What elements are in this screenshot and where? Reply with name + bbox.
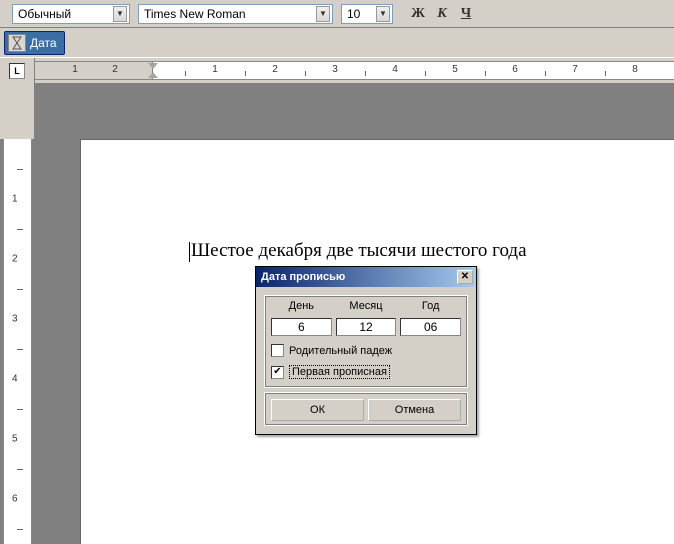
font-select-value: Times New Roman bbox=[141, 7, 316, 21]
ruler-left-margin bbox=[35, 62, 153, 79]
ruler-corner[interactable]: L bbox=[0, 58, 35, 84]
ruler-tick: 8 bbox=[632, 64, 638, 75]
day-label: День bbox=[271, 300, 332, 314]
cancel-button[interactable]: Отмена bbox=[368, 399, 461, 421]
horizontal-ruler[interactable]: 1 2 1 2 3 4 5 6 7 8 bbox=[35, 61, 674, 80]
chevron-down-icon: ▼ bbox=[316, 6, 330, 22]
dialog-title: Дата прописью bbox=[261, 271, 345, 283]
vertical-ruler-column: 1 2 3 4 5 6 7 bbox=[0, 84, 35, 544]
italic-button[interactable]: К bbox=[431, 3, 453, 25]
document-text-content: Шестое декабря две тысячи шестого года bbox=[191, 240, 527, 261]
ruler-tick: 2 bbox=[112, 64, 118, 75]
first-line-indent-marker[interactable] bbox=[148, 63, 158, 69]
ruler-tick: 3 bbox=[12, 314, 18, 325]
ruler-gap bbox=[0, 84, 35, 139]
text-cursor bbox=[189, 242, 190, 262]
year-label: Год bbox=[400, 300, 461, 314]
ruler-tick: 2 bbox=[12, 254, 18, 265]
year-input[interactable]: 06 bbox=[400, 318, 461, 336]
tab-type-indicator: L bbox=[9, 63, 25, 79]
ruler-tick: 1 bbox=[12, 194, 18, 205]
ruler-tick: 6 bbox=[12, 494, 18, 505]
font-select[interactable]: Times New Roman ▼ bbox=[138, 4, 333, 24]
formatting-toolbar: Обычный ▼ Times New Roman ▼ 10 ▼ Ж К Ч bbox=[0, 0, 674, 28]
chevron-down-icon: ▼ bbox=[376, 6, 390, 22]
ok-button[interactable]: ОК bbox=[271, 399, 364, 421]
dialog-button-row: ОК Отмена bbox=[264, 392, 468, 426]
style-select[interactable]: Обычный ▼ bbox=[12, 4, 130, 24]
font-size-value: 10 bbox=[344, 7, 376, 21]
font-size-select[interactable]: 10 ▼ bbox=[341, 4, 393, 24]
custom-toolbar: Дата bbox=[0, 28, 674, 58]
ruler-tick: 7 bbox=[572, 64, 578, 75]
close-button[interactable]: ✕ bbox=[457, 270, 473, 284]
ruler-tick: 1 bbox=[212, 64, 218, 75]
hanging-indent-marker[interactable] bbox=[148, 72, 158, 78]
ruler-tick: 2 bbox=[272, 64, 278, 75]
genitive-case-row: Родительный падеж bbox=[271, 344, 461, 357]
vertical-ruler[interactable]: 1 2 3 4 5 6 7 bbox=[3, 139, 32, 544]
ruler-row: L 1 2 1 2 3 4 5 6 7 8 bbox=[0, 58, 674, 84]
date-button-label: Дата bbox=[30, 36, 57, 50]
ruler-tick: 6 bbox=[512, 64, 518, 75]
font-style-group: Ж К Ч bbox=[407, 3, 477, 25]
genitive-case-label: Родительный падеж bbox=[289, 345, 392, 357]
first-upper-label: Первая прописная bbox=[289, 365, 390, 379]
date-fieldset: День Месяц Год 6 12 06 Родительный падеж… bbox=[264, 295, 468, 388]
bold-button[interactable]: Ж bbox=[407, 3, 429, 25]
ruler-tick: 5 bbox=[452, 64, 458, 75]
date-button[interactable]: Дата bbox=[4, 31, 65, 55]
hourglass-icon bbox=[8, 34, 26, 52]
ruler-tick: 3 bbox=[332, 64, 338, 75]
style-select-value: Обычный bbox=[15, 7, 113, 21]
genitive-case-checkbox[interactable] bbox=[271, 344, 284, 357]
first-upper-checkbox[interactable] bbox=[271, 366, 284, 379]
ruler-tick: 4 bbox=[392, 64, 398, 75]
document-text[interactable]: Шестое декабря две тысячи шестого года bbox=[189, 240, 527, 262]
first-upper-row: Первая прописная bbox=[271, 365, 461, 379]
month-input[interactable]: 12 bbox=[336, 318, 397, 336]
ruler-tick: 4 bbox=[12, 374, 18, 385]
ruler-tick: 5 bbox=[12, 434, 18, 445]
dialog-titlebar[interactable]: Дата прописью ✕ bbox=[256, 267, 476, 287]
underline-button[interactable]: Ч bbox=[455, 3, 477, 25]
date-dialog: Дата прописью ✕ День Месяц Год 6 12 06 Р… bbox=[255, 266, 477, 435]
dialog-body: День Месяц Год 6 12 06 Родительный падеж… bbox=[256, 287, 476, 434]
day-input[interactable]: 6 bbox=[271, 318, 332, 336]
close-icon: ✕ bbox=[461, 272, 469, 282]
month-label: Месяц bbox=[336, 300, 397, 314]
ruler-tick: 1 bbox=[72, 64, 78, 75]
chevron-down-icon: ▼ bbox=[113, 6, 127, 22]
